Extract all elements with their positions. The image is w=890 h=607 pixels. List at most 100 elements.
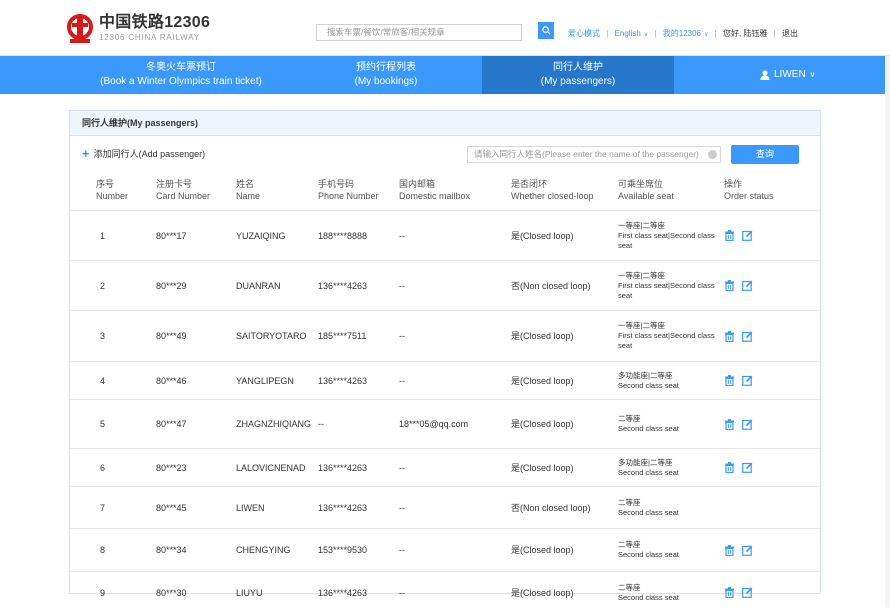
search-button[interactable] bbox=[538, 22, 554, 39]
edit-icon[interactable] bbox=[742, 587, 753, 598]
edit-icon[interactable] bbox=[742, 375, 753, 386]
nav-my-passengers[interactable]: 同行人维护 (My passengers) bbox=[482, 56, 674, 94]
cell-seat: 二等座 Second class seat bbox=[618, 572, 718, 607]
row-actions bbox=[724, 400, 753, 448]
row-actions bbox=[724, 261, 753, 310]
search-icon bbox=[541, 26, 551, 35]
col-number: 序号 Number bbox=[96, 178, 128, 202]
cell-phone: 153****9530 bbox=[318, 545, 368, 555]
railway-logo-icon[interactable] bbox=[65, 14, 95, 44]
cell-closed-loop: 是(Closed loop) bbox=[511, 462, 574, 473]
brand-name-en: 12306 CHINA RAILWAY bbox=[99, 33, 200, 42]
cell-name: LIWEN bbox=[236, 502, 265, 513]
cell-phone: -- bbox=[318, 419, 324, 429]
cell-closed-loop: 是(Closed loop) bbox=[511, 545, 574, 555]
col-label-en: Domestic mailbox bbox=[399, 191, 471, 201]
nav-my-bookings[interactable]: 预约行程列表 (My bookings) bbox=[290, 56, 482, 94]
divider: | bbox=[773, 29, 776, 38]
chevron-down-icon: ∨ bbox=[704, 32, 709, 38]
seat-cn: 一等座|二等座 bbox=[618, 270, 665, 280]
trash-icon[interactable] bbox=[724, 280, 735, 291]
seat-en: Second class seat bbox=[618, 467, 679, 477]
cell-mailbox: -- bbox=[399, 331, 405, 341]
seat-cn: 二等座 bbox=[618, 540, 641, 549]
user-menu[interactable]: LIWEN ∨ bbox=[760, 56, 816, 94]
site-search-input[interactable]: 搜索车票/餐饮/常旅客/相关规章 bbox=[316, 24, 522, 41]
add-passenger-label: 添加同行人(Add passenger) bbox=[93, 149, 206, 159]
col-label-en: Order status bbox=[724, 191, 774, 201]
trash-icon[interactable] bbox=[724, 544, 735, 556]
cell-name: LALOVICNENAD bbox=[236, 462, 306, 473]
cell-number: 5 bbox=[100, 419, 106, 429]
trash-icon[interactable] bbox=[724, 375, 735, 386]
col-label-cn: 操作 bbox=[724, 179, 743, 189]
table-row: 9 80***30 LIUYU 136****4263 -- 是(Closed loop)… bbox=[70, 571, 820, 607]
table-row: 7 80***45 LIWEN 136****4263 -- 否(Non closed l… bbox=[70, 486, 820, 528]
trash-icon[interactable] bbox=[724, 330, 735, 342]
cell-seat: 二等座 Second class seat bbox=[618, 400, 718, 448]
edit-icon[interactable] bbox=[742, 545, 753, 556]
trash-icon[interactable] bbox=[724, 230, 735, 241]
cell-name: YANGLIPEGN bbox=[236, 375, 294, 386]
seat-cn: 多功能座|二等座 bbox=[618, 370, 673, 380]
language-label: English bbox=[614, 29, 641, 38]
nav-label-en: (Book a Winter Olympics train ticket) bbox=[100, 76, 262, 87]
col-label-cn: 国内邮箱 bbox=[399, 179, 436, 189]
cell-mailbox: -- bbox=[399, 545, 405, 555]
logout-link[interactable]: 退出 bbox=[782, 29, 798, 38]
seat-en: Second class seat bbox=[618, 592, 679, 602]
top-links: 爱心模式 | English ∨ | 我的12306 ∨ | 您好, 陆钰雅 | 退… bbox=[568, 28, 798, 39]
cell-card-number: 80***49 bbox=[156, 331, 187, 341]
seat-cn: 二等座 bbox=[618, 497, 641, 507]
plus-icon: + bbox=[82, 145, 90, 161]
edit-icon[interactable] bbox=[742, 230, 753, 241]
trash-icon[interactable] bbox=[724, 418, 735, 430]
cell-closed-loop: 是(Closed loop) bbox=[511, 375, 574, 386]
brand[interactable]: 中国铁路12306 12306 CHINA RAILWAY bbox=[99, 14, 211, 43]
table-row: 4 80***46 YANGLIPEGN 136****4263 -- 是(Closed … bbox=[70, 361, 820, 399]
seat-en: First class seat|Second class seat bbox=[618, 230, 715, 250]
seat-cn: 二等座 bbox=[618, 414, 641, 423]
language-select[interactable]: English ∨ bbox=[615, 29, 649, 38]
user-icon bbox=[760, 70, 770, 80]
trash-icon[interactable] bbox=[724, 462, 735, 473]
chevron-down-icon: ∨ bbox=[809, 70, 816, 79]
cell-number: 9 bbox=[100, 587, 106, 598]
nav-label-cn: 冬奥火车票预订 bbox=[146, 62, 216, 73]
cell-number: 1 bbox=[100, 230, 106, 241]
cell-mailbox: -- bbox=[399, 375, 405, 386]
cell-seat: 一等座|二等座 First class seat|Second class sea… bbox=[618, 211, 718, 260]
add-passenger-button[interactable]: + 添加同行人(Add passenger) bbox=[82, 147, 205, 160]
query-button[interactable]: 查询 bbox=[731, 145, 799, 164]
passenger-name-input[interactable]: 请输入同行人姓名(Please enter the name of the pa… bbox=[467, 146, 721, 163]
col-closed-loop: 是否闭环 Whether closed-loop bbox=[511, 178, 594, 202]
trash-icon[interactable] bbox=[724, 587, 735, 598]
cell-mailbox: -- bbox=[399, 502, 405, 513]
col-label-en: Available seat bbox=[618, 191, 674, 201]
edit-icon[interactable] bbox=[742, 462, 753, 473]
cell-number: 7 bbox=[100, 502, 106, 513]
cell-closed-loop: 是(Closed loop) bbox=[511, 419, 574, 429]
edit-icon[interactable] bbox=[742, 331, 753, 342]
my12306-menu[interactable]: 我的12306 ∨ bbox=[663, 29, 709, 38]
user-name-link[interactable]: 陆钰雅 bbox=[743, 29, 767, 38]
col-actions: 操作 Order status bbox=[724, 178, 774, 202]
table-row: 1 80***17 YUZAIQING 188****8888 -- 是(Closed l… bbox=[70, 210, 820, 260]
cell-name: CHENGYING bbox=[236, 545, 291, 555]
cell-seat: 二等座 Second class seat bbox=[618, 487, 718, 528]
table-row: 3 80***49 SAITORYOTARO 185****7511 -- 是(Close… bbox=[70, 310, 820, 361]
nav-book-olympics[interactable]: 冬奥火车票预订 (Book a Winter Olympics train ti… bbox=[72, 56, 290, 94]
brand-name-cn: 中国铁路12306 bbox=[99, 14, 211, 31]
cell-name: SAITORYOTARO bbox=[236, 331, 307, 341]
care-mode-link[interactable]: 爱心模式 bbox=[568, 29, 600, 38]
edit-icon[interactable] bbox=[742, 280, 753, 291]
cell-mailbox: -- bbox=[399, 462, 405, 473]
cell-card-number: 80***47 bbox=[156, 419, 187, 429]
edit-icon[interactable] bbox=[742, 419, 753, 430]
cell-closed-loop: 是(Closed loop) bbox=[511, 331, 574, 341]
clear-icon[interactable] bbox=[708, 150, 717, 159]
page-scrollbar[interactable] bbox=[885, 56, 890, 607]
col-label-cn: 可乘坐席位 bbox=[618, 179, 664, 189]
seat-en: Second class seat bbox=[618, 507, 679, 517]
nav-label-en: (My passengers) bbox=[540, 76, 616, 87]
